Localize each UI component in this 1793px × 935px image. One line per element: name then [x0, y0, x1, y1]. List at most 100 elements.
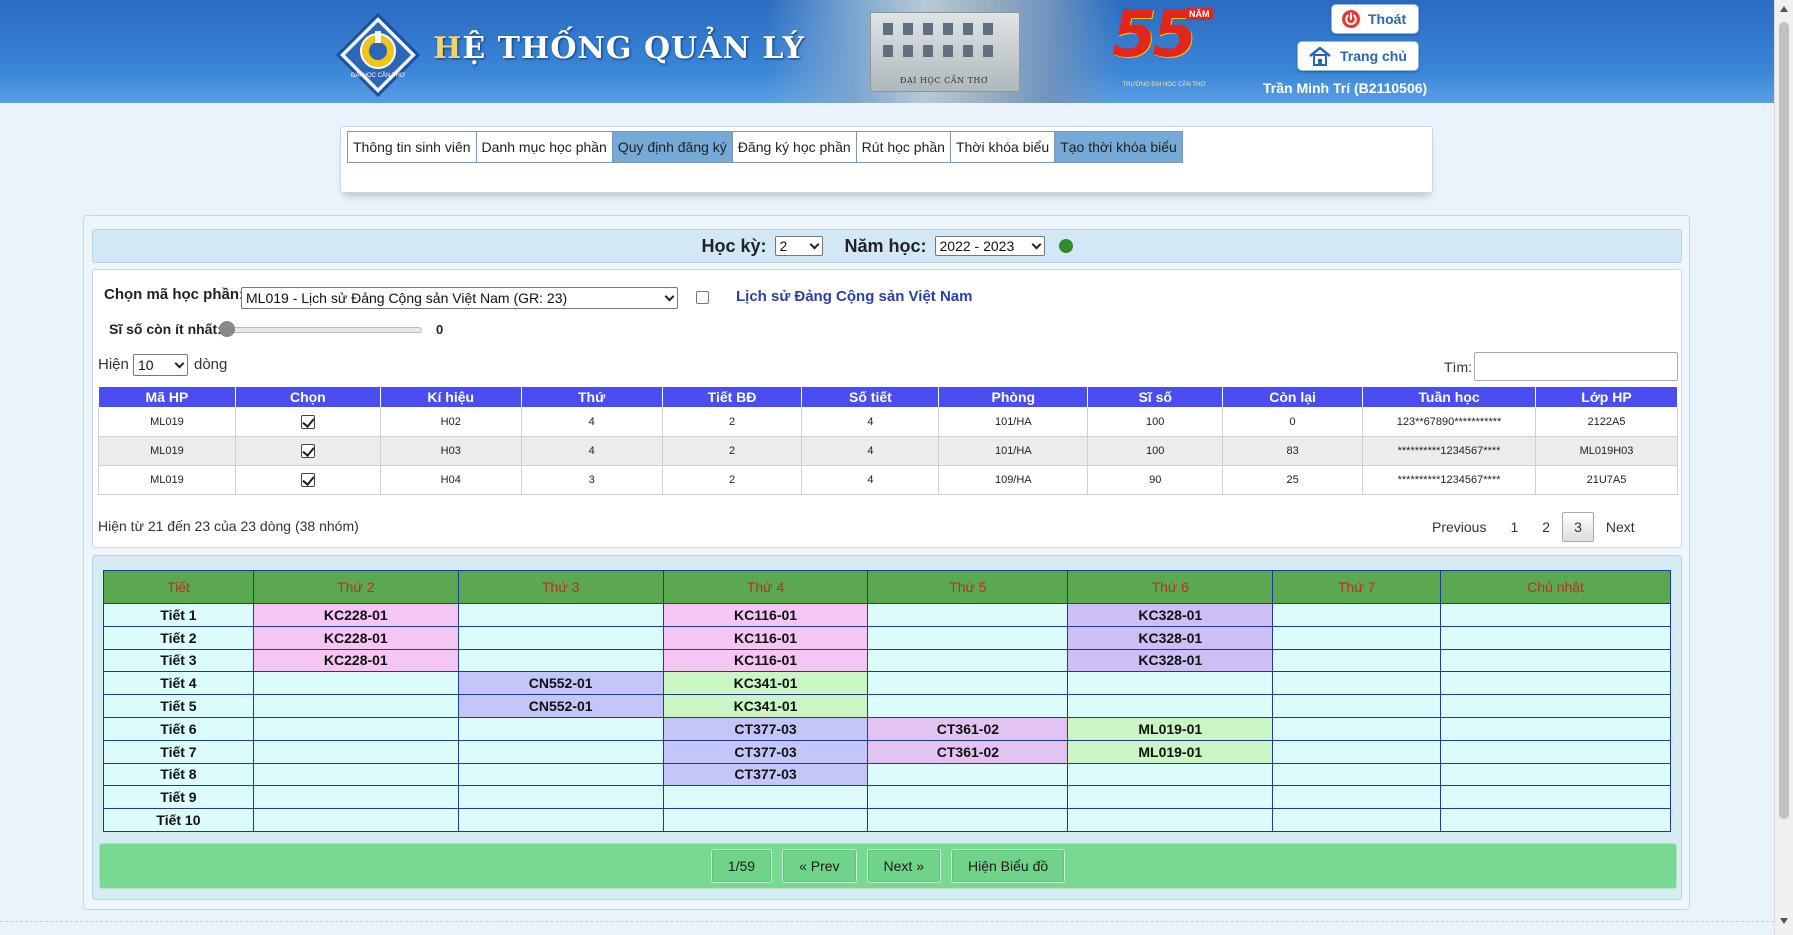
term-bar: Học kỳ: 2 Năm học: 2022 - 2023 — [92, 229, 1682, 263]
show-chart-button[interactable]: Hiện Biểu đồ — [951, 849, 1066, 883]
period-label: Tiết 2 — [103, 625, 254, 650]
timetable-cell — [867, 671, 1069, 696]
timetable-cell: KC116-01 — [662, 603, 869, 627]
timetable-cell: CT377-03 — [662, 762, 869, 787]
timetable-cell — [252, 762, 459, 787]
rows-label: dòng — [194, 356, 228, 373]
scroll-down-icon[interactable] — [1780, 918, 1788, 924]
tab-course-registration[interactable]: Đăng ký học phần — [732, 132, 857, 162]
period-label: Tiết 4 — [103, 671, 254, 696]
table-cell: 0 — [1222, 407, 1364, 437]
col-day[interactable]: Thứ — [520, 386, 663, 408]
select-cell[interactable] — [234, 436, 381, 466]
col-symbol[interactable]: Kí hiệu — [379, 386, 522, 408]
year-value: 2022 - 2023 — [939, 238, 1015, 254]
home-button[interactable]: Trang chủ — [1297, 41, 1419, 71]
prev-schedule-button[interactable]: « Prev — [782, 849, 857, 883]
search-input[interactable] — [1474, 352, 1678, 381]
anniversary-badge: 55 NĂM TRƯỜNG ĐẠI HỌC CẦN THƠ — [1110, 0, 1218, 94]
timetable-cell — [1067, 762, 1274, 787]
timetable-cell — [867, 603, 1069, 627]
table-cell: 2122A5 — [1534, 407, 1679, 437]
tab-withdraw-course[interactable]: Rút học phần — [856, 132, 951, 162]
col-periods[interactable]: Số tiết — [801, 386, 940, 408]
table-cell: ML019 — [98, 465, 236, 495]
timetable-cell: KC341-01 — [662, 694, 869, 718]
tt-col-fri: Thứ 6 — [1067, 570, 1274, 604]
course-name-link[interactable]: Lịch sử Đảng Cộng sản Việt Nam — [736, 288, 972, 305]
tab-create-timetable[interactable]: Tạo thời khóa biểu — [1055, 132, 1182, 162]
year-select[interactable]: 2022 - 2023 — [934, 236, 1045, 256]
table-row[interactable]: ML019 H02 4 2 4 101/HA 100 0 123**67890*********… — [98, 407, 1679, 437]
logout-button[interactable]: Thoát — [1331, 4, 1419, 34]
timetable-cell: KC228-01 — [252, 625, 459, 650]
page-size-select[interactable]: 10 — [133, 354, 188, 376]
col-class[interactable]: Lớp HP — [1534, 386, 1679, 408]
timetable-cell — [457, 716, 664, 741]
next-schedule-button[interactable]: Next » — [866, 849, 941, 883]
timetable-row: Tiết 6 CT377-03 CT361-02 ML019-01 — [103, 716, 1671, 741]
pagination-previous[interactable]: Previous — [1420, 512, 1498, 542]
tab-course-catalog[interactable]: Danh mục học phần — [476, 132, 613, 162]
timetable-cell — [662, 785, 869, 810]
course-select-value: ML019 - Lịch sử Đảng Cộng sản Việt Nam (… — [246, 290, 568, 306]
timetable-cell — [662, 808, 869, 832]
table-row[interactable]: ML019 H03 4 2 4 101/HA 100 83 **********1234567*… — [98, 436, 1679, 466]
period-label: Tiết 6 — [103, 716, 254, 741]
tab-timetable[interactable]: Thời khóa biểu — [950, 132, 1056, 162]
pagination-page-2[interactable]: 2 — [1530, 512, 1562, 542]
timetable-cell — [1440, 785, 1671, 810]
tab-student-info[interactable]: Thông tin sinh viên — [348, 132, 477, 162]
tab-registration-rules[interactable]: Quy định đăng ký — [612, 132, 733, 162]
table-row[interactable]: ML019 H04 3 2 4 109/HA 90 25 **********1234567**… — [98, 465, 1679, 495]
timetable-cell: KC328-01 — [1067, 603, 1274, 627]
timetable-cell — [1272, 716, 1442, 741]
timetable-cell — [1272, 603, 1442, 627]
schedule-counter: 1/59 — [710, 849, 773, 883]
timetable-cell — [1272, 694, 1442, 718]
timetable-cell — [867, 648, 1069, 673]
col-start-period[interactable]: Tiết BĐ — [661, 386, 803, 408]
pagination-page-3[interactable]: 3 — [1562, 512, 1594, 542]
pagination-page-1[interactable]: 1 — [1498, 512, 1530, 542]
pagination-next[interactable]: Next — [1594, 512, 1647, 542]
col-room[interactable]: Phòng — [938, 386, 1089, 408]
timetable-cell: CT361-02 — [867, 716, 1069, 741]
course-select[interactable]: ML019 - Lịch sử Đảng Cộng sản Việt Nam (… — [241, 287, 678, 309]
timetable-cell — [1440, 603, 1671, 627]
table-cell: 101/HA — [938, 436, 1089, 466]
row-select-checkbox[interactable] — [300, 473, 315, 487]
timetable-cell — [1440, 762, 1671, 787]
timetable: Tiết Thứ 2 Thứ 3 Thứ 4 Thứ 5 Thứ 6 Thứ 7… — [103, 570, 1671, 832]
period-label: Tiết 9 — [103, 785, 254, 810]
period-label: Tiết 1 — [103, 603, 254, 627]
timetable-cell: CT377-03 — [662, 716, 869, 741]
main-nav-box: Thông tin sinh viên Danh mục học phần Qu… — [340, 126, 1433, 193]
scrollbar-thumb[interactable] — [1779, 22, 1789, 819]
timetable-cell — [867, 762, 1069, 787]
table-cell: 21U7A5 — [1534, 465, 1679, 495]
col-course-code[interactable]: Mã HP — [98, 386, 236, 408]
vertical-scrollbar[interactable] — [1774, 0, 1793, 935]
select-cell[interactable] — [234, 407, 381, 437]
row-select-checkbox[interactable] — [300, 415, 315, 429]
min-seats-slider-handle[interactable] — [219, 321, 235, 337]
timetable-cell — [1440, 716, 1671, 741]
col-select[interactable]: Chọn — [234, 386, 381, 408]
row-select-checkbox[interactable] — [300, 444, 315, 458]
timetable-cell: ML019-01 — [1067, 716, 1274, 741]
scroll-up-icon[interactable] — [1780, 6, 1788, 12]
select-cell[interactable] — [234, 465, 381, 495]
course-checkbox[interactable] — [696, 291, 709, 304]
timetable-cell: KC328-01 — [1067, 625, 1274, 650]
col-capacity[interactable]: Sĩ số — [1087, 386, 1224, 408]
table-cell: 123**67890*********** — [1362, 407, 1536, 437]
semester-select[interactable]: 2 — [774, 236, 823, 256]
min-seats-slider-track[interactable] — [226, 327, 422, 333]
main-panel: Học kỳ: 2 Năm học: 2022 - 2023 Chọn mã h… — [83, 215, 1690, 910]
col-weeks[interactable]: Tuần học — [1362, 386, 1536, 408]
col-remaining[interactable]: Còn lại — [1222, 386, 1364, 408]
tt-col-thu: Thứ 5 — [867, 570, 1069, 604]
table-cell: 101/HA — [938, 407, 1089, 437]
page-bottom-divider — [0, 921, 1774, 922]
